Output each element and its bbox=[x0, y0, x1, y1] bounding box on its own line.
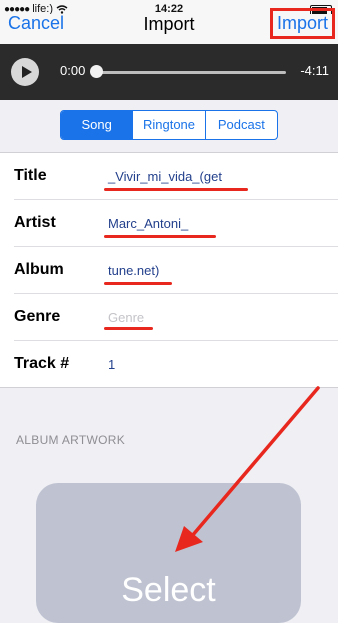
annotation-arrow bbox=[175, 386, 320, 552]
